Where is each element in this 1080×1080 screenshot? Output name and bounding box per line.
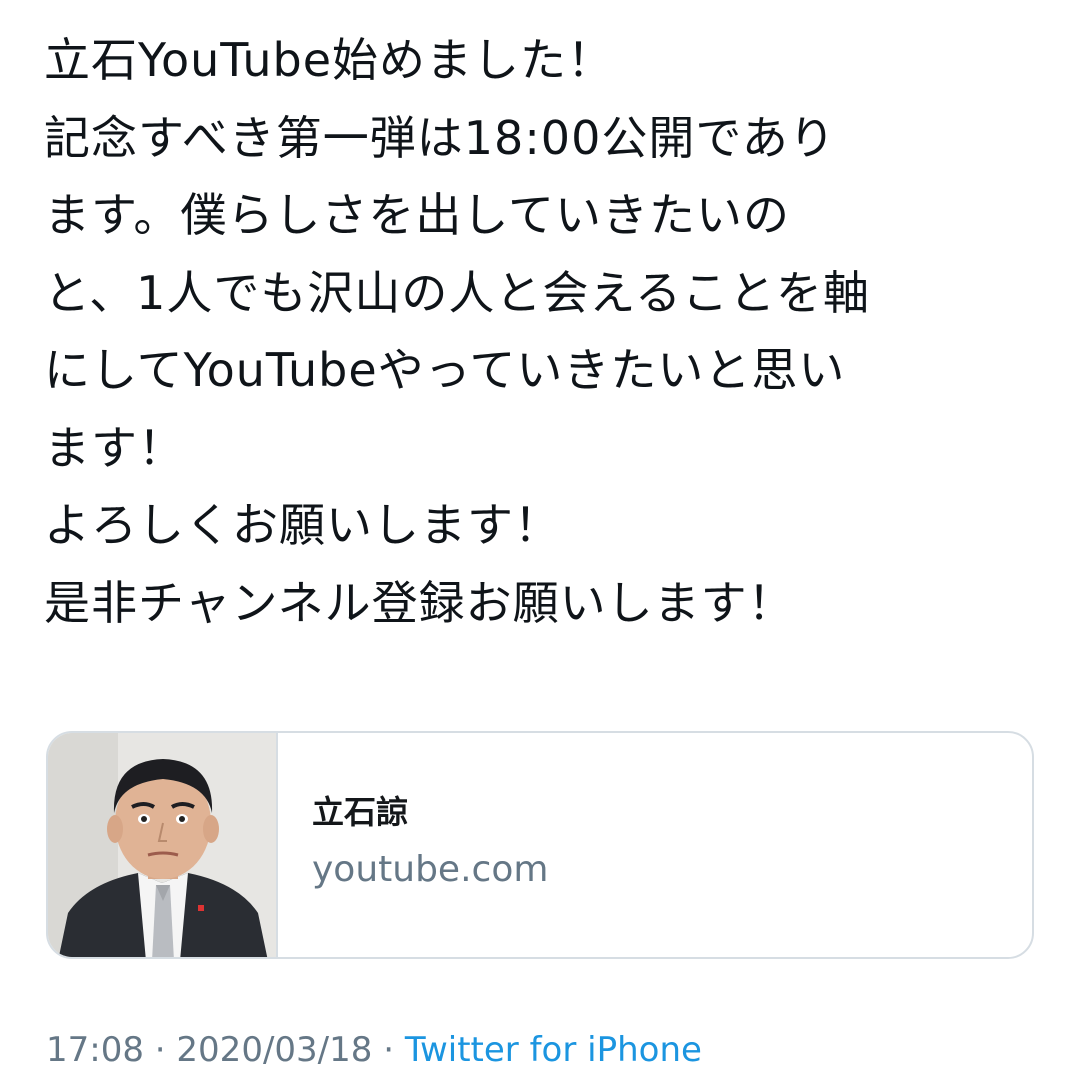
card-title: 立石諒: [312, 793, 409, 831]
meta-separator: ·: [143, 1030, 177, 1070]
tweet-line: と、1人でも沢山の人と会えることを軸: [44, 265, 871, 320]
tweet-date[interactable]: 2020/03/18: [176, 1030, 372, 1070]
tweet-text: 立石YouTube始めました！ 記念すべき第一弾は18:00公開であり ます。僕…: [44, 22, 1054, 642]
tweet-source-link[interactable]: Twitter for iPhone: [405, 1030, 702, 1070]
tweet-meta: 17:08 · 2020/03/18 · Twitter for iPhone: [46, 1030, 702, 1070]
tweet-line: 立石YouTube始めました！: [44, 33, 615, 87]
tweet-line: 記念すべき第一弾は18:00公開であり: [44, 110, 836, 165]
card-body: 立石諒 youtube.com: [278, 733, 1032, 957]
card-thumbnail: [48, 733, 278, 957]
tweet-line: よろしくお願いします！: [44, 498, 561, 552]
meta-separator: ·: [372, 1030, 405, 1070]
tweet-time[interactable]: 17:08: [46, 1030, 144, 1070]
card-domain: youtube.com: [312, 849, 549, 890]
person-photo-icon: [48, 733, 276, 957]
tweet-line: ます。僕らしさを出していきたいの: [44, 188, 791, 242]
link-preview-card[interactable]: 立石諒 youtube.com: [46, 731, 1034, 959]
tweet-line: 是非チャンネル登録お願いします！: [44, 575, 795, 630]
tweet-line: にしてYouTubeやっていきたいと思い: [44, 343, 846, 397]
tweet-line: ます！: [44, 420, 185, 475]
